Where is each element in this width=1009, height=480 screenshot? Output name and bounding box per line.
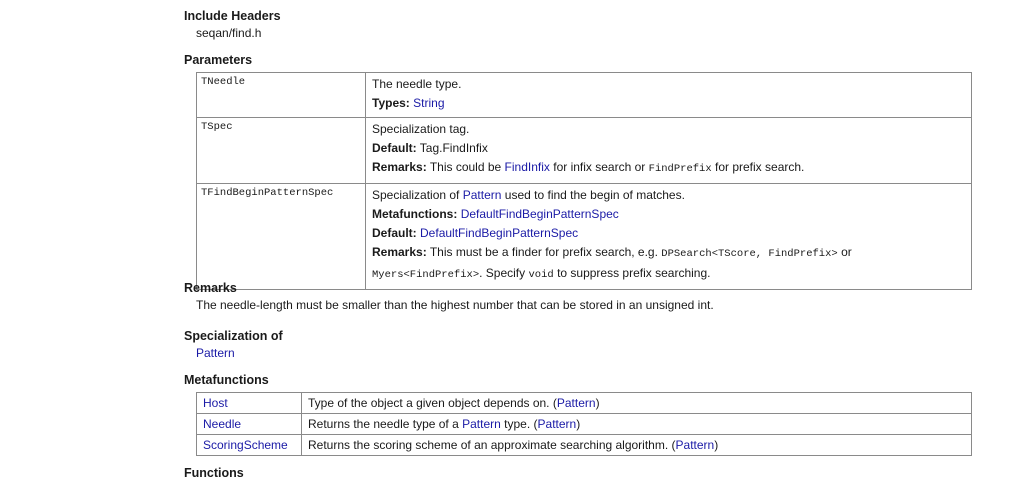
host-link[interactable]: Host [203,396,228,410]
remarks-text: for prefix search. [715,160,805,174]
pattern-link[interactable]: Pattern [538,417,577,431]
param-description: Specialization tag. Default: Tag.FindInf… [365,117,972,184]
pattern-link[interactable]: Pattern [196,346,235,360]
param-description: Specialization of Pattern used to find t… [365,183,972,290]
param-desc-text: The needle type. [372,77,462,91]
metafunction-desc-text: Returns the scoring scheme of an approxi… [308,438,669,452]
default-value-link[interactable]: DefaultFindBeginPatternSpec [420,226,578,240]
param-name: TSpec [196,117,366,184]
metafunctions-table: Host Type of the object a given object d… [196,392,972,456]
metafunctions-label: Metafunctions: [372,207,458,221]
metafunctions-section: Metafunctions Host Type of the object a … [184,373,974,456]
parameters-heading: Parameters [184,53,253,67]
table-row: Needle Returns the needle type of a Patt… [196,413,972,435]
remarks-text: The needle-length must be smaller than t… [196,298,714,312]
pattern-link[interactable]: Pattern [557,396,596,410]
param-name: TNeedle [196,72,366,118]
metafunction-description: Returns the scoring scheme of an approxi… [301,434,972,456]
table-row: TFindBeginPatternSpec Specialization of … [196,183,972,290]
parameters-section: Parameters TNeedle The needle type. Type… [184,53,974,290]
remarks-text: . Specify [479,266,526,280]
scoringscheme-link[interactable]: ScoringScheme [203,438,288,452]
remarks-text: to suppress prefix searching. [557,266,711,280]
remarks-text: or [841,245,852,259]
pattern-link[interactable]: Pattern [462,417,501,431]
defaultfindbeginpatternspec-link[interactable]: DefaultFindBeginPatternSpec [461,207,619,221]
table-row: TNeedle The needle type. Types: String [196,72,972,118]
table-row: Host Type of the object a given object d… [196,392,972,414]
metafunction-description: Returns the needle type of a Pattern typ… [301,413,972,435]
include-header-value: seqan/find.h [196,26,262,40]
pattern-link[interactable]: Pattern [676,438,715,452]
param-description: The needle type. Types: String [365,72,972,118]
types-label: Types: [372,96,410,110]
include-headers-section: Include Headers seqan/find.h [184,9,281,40]
default-label: Default: [372,226,417,240]
param-name: TFindBeginPatternSpec [196,183,366,290]
metafunction-desc-text: Type of the object a given object depend… [308,396,550,410]
void-code: void [528,269,554,281]
remarks-label: Remarks: [372,160,427,174]
remarks-label: Remarks: [372,245,427,259]
pattern-link[interactable]: Pattern [463,188,502,202]
default-label: Default: [372,141,417,155]
remarks-text: for infix search or [553,160,646,174]
remarks-section: Remarks The needle-length must be smalle… [184,281,714,312]
default-value: Tag.FindInfix [419,141,488,155]
table-row: TSpec Specialization tag. Default: Tag.F… [196,117,972,184]
findprefix-code: FindPrefix [648,163,712,175]
needle-link[interactable]: Needle [203,417,241,431]
types-link-string[interactable]: String [413,96,444,110]
specialization-section: Specialization of Pattern [184,329,283,360]
include-headers-heading: Include Headers [184,9,281,23]
metafunction-desc-text: type. [504,417,531,431]
remarks-heading: Remarks [184,281,237,295]
metafunction-description: Type of the object a given object depend… [301,392,972,414]
myers-code: Myers<FindPrefix> [372,269,480,281]
metafunctions-heading: Metafunctions [184,373,269,387]
remarks-text: This must be a finder for prefix search,… [429,245,658,259]
specialization-heading: Specialization of [184,329,283,343]
remarks-text: This could be [429,160,502,174]
param-desc-text: used to find the begin of matches. [504,188,685,202]
table-row: ScoringScheme Returns the scoring scheme… [196,434,972,456]
param-desc-text: Specialization tag. [372,122,470,136]
param-desc-text: Specialization of [372,188,460,202]
dpsearch-code: DPSearch<TScore, FindPrefix> [661,248,838,260]
parameters-table: TNeedle The needle type. Types: String T… [196,72,972,290]
metafunction-desc-text: Returns the needle type of a [308,417,459,431]
findinfix-link[interactable]: FindInfix [505,160,550,174]
